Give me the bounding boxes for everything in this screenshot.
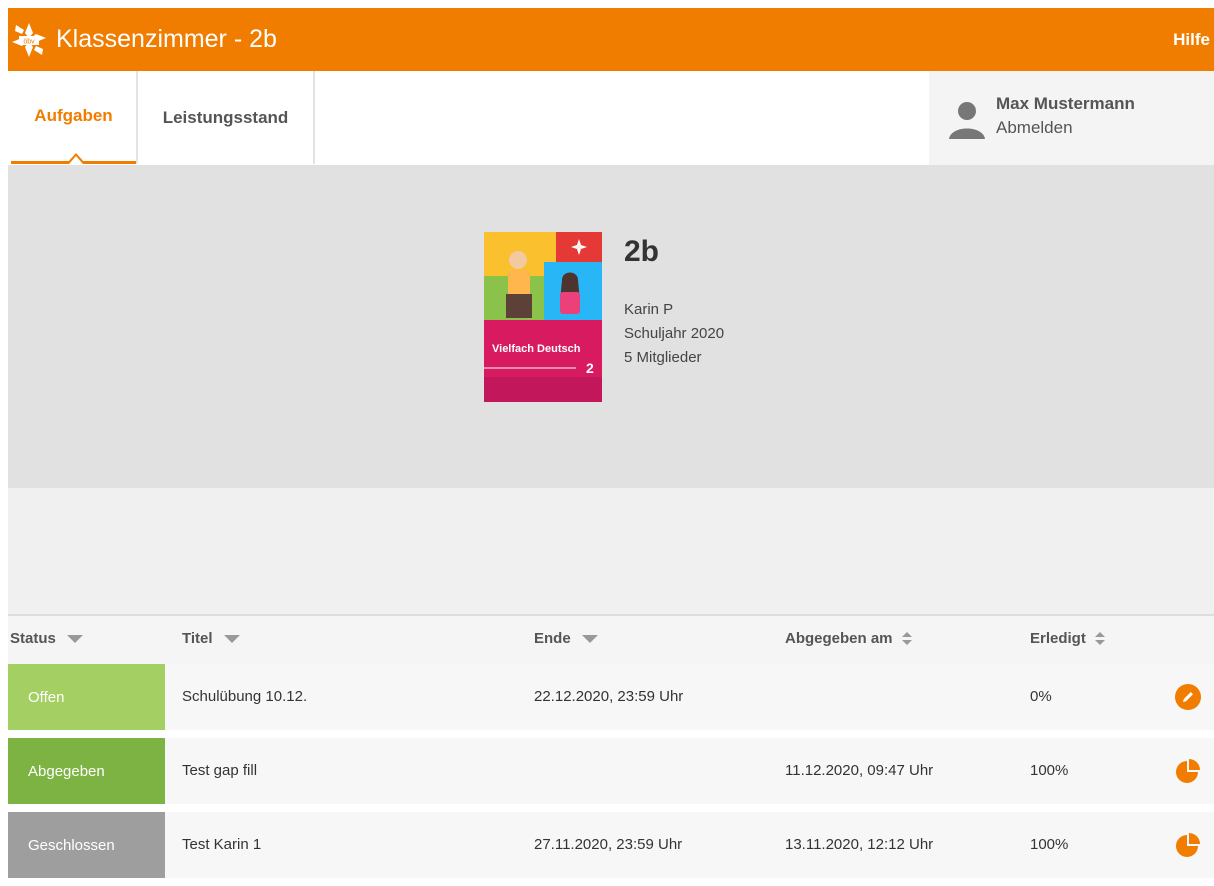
column-header-status[interactable]: Status [10,630,83,647]
done-percent: 100% [1030,836,1069,853]
sort-down-icon [581,634,598,643]
user-icon [949,97,995,143]
status-badge: Geschlossen [8,812,165,878]
table-row[interactable]: Offen Schulübung 10.12. 22.12.2020, 23:5… [8,664,1214,730]
oebv-logo-icon[interactable]: öbv [10,21,48,59]
teacher-name: Karin P [624,301,674,318]
table-row[interactable]: Geschlossen Test Karin 1 27.11.2020, 23:… [8,812,1214,878]
assignment-title: Test Karin 1 [182,836,262,853]
pencil-icon[interactable] [1175,684,1201,710]
user-name: Max Mustermann [996,94,1135,113]
logout-link[interactable]: Abmelden [996,118,1073,138]
tab-aufgaben[interactable]: Aufgaben [11,71,136,164]
help-link[interactable]: Hilfe [1173,30,1210,50]
sort-down-icon [223,634,240,643]
sort-icon [1094,631,1105,647]
pie-chart-icon[interactable] [1175,832,1201,858]
member-count: 5 Mitglieder [624,349,702,366]
status-badge: Offen [8,664,165,730]
page: öbv Klassenzimmer - 2b Hilfe Aufgaben Le… [0,0,1214,878]
class-name: 2b [624,235,660,268]
table-row[interactable]: Abgegeben Test gap fill 11.12.2020, 09:4… [8,738,1214,804]
column-header-end[interactable]: Ende [534,630,598,647]
done-percent: 100% [1030,762,1069,779]
logo-text: öbv [23,38,35,45]
book-cover-image: Vielfach Deutsch 2 [484,232,602,402]
column-header-done[interactable]: Erledigt [1030,630,1105,647]
app-header: öbv Klassenzimmer - 2b Hilfe [8,8,1214,71]
classroom-info: Vielfach Deutsch 2 2b Karin P Schuljahr … [8,165,1214,488]
sort-icon [901,631,912,647]
column-header-title[interactable]: Titel [182,630,240,647]
tab-leistungsstand[interactable]: Leistungsstand [136,71,315,164]
done-percent: 0% [1030,688,1052,705]
user-panel: Max Mustermann Abmelden [929,71,1214,165]
pie-chart-icon[interactable] [1175,758,1201,784]
column-header-submitted[interactable]: Abgegeben am [785,630,912,647]
end-date: 27.11.2020, 23:59 Uhr [534,836,683,853]
nav-bar: Aufgaben Leistungsstand Max Mustermann A… [8,71,1214,165]
book-title: Vielfach Deutsch [492,343,581,355]
submitted-date: 11.12.2020, 09:47 Uhr [785,762,934,779]
assignments-table: Status Titel Ende Abgegeben am Erledigt … [8,614,1214,886]
school-year: Schuljahr 2020 [624,325,725,342]
assignment-title: Test gap fill [182,762,258,779]
assignment-title: Schulübung 10.12. [182,688,308,705]
submitted-date: 13.11.2020, 12:12 Uhr [785,836,934,853]
status-badge: Abgegeben [8,738,165,804]
end-date: 22.12.2020, 23:59 Uhr [534,688,684,705]
app-title: Klassenzimmer - 2b [56,25,277,53]
book-number: 2 [586,360,594,376]
table-header: Status Titel Ende Abgegeben am Erledigt [8,614,1214,664]
sort-down-icon [66,634,83,643]
spacer-band [8,488,1214,614]
